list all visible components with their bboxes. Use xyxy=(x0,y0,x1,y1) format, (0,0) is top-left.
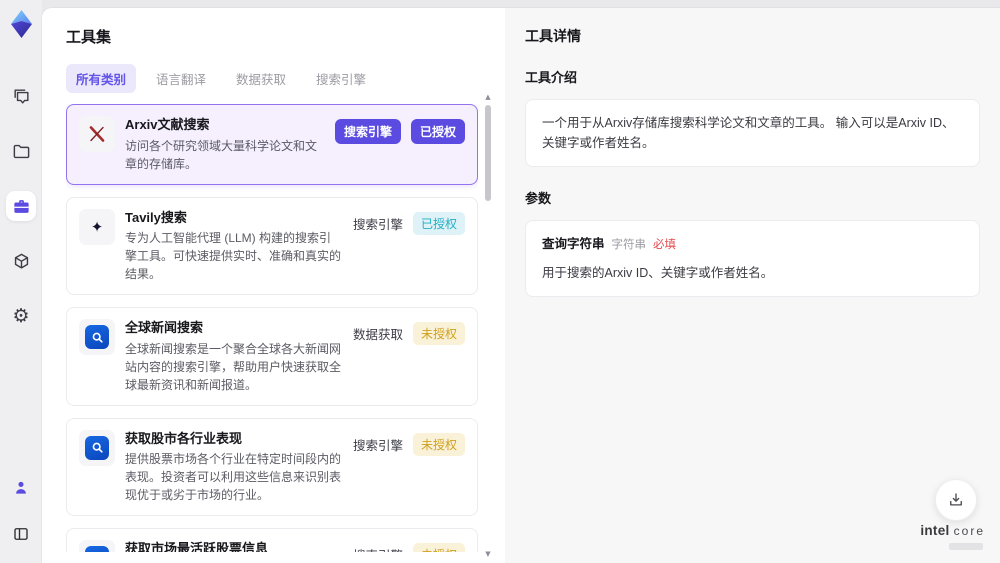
intro-box: 一个用于从Arxiv存储库搜索科学论文和文章的工具。 输入可以是Arxiv ID… xyxy=(525,99,980,167)
intro-text: 一个用于从Arxiv存储库搜索科学论文和文章的工具。 输入可以是Arxiv ID… xyxy=(542,116,955,150)
tool-name: Arxiv文献搜索 xyxy=(125,117,210,132)
list-scrollbar[interactable]: ▲ ▼ xyxy=(483,92,493,559)
tool-category: 搜索引擎 xyxy=(352,217,403,232)
tool-category-badge: 搜索引擎 xyxy=(334,119,401,144)
blue-tile xyxy=(85,546,109,552)
tool-text: 全球新闻搜索 全球新闻搜索是一个聚合全球各大新闻网站内容的搜索引擎，帮助用户快速… xyxy=(125,319,343,394)
param-type: 字符串 xyxy=(611,239,647,251)
cube-icon[interactable] xyxy=(6,246,36,276)
tool-name: 全球新闻搜索 xyxy=(125,320,204,336)
rail-nav: ⚙ xyxy=(6,81,36,331)
tool-card-most-active-stocks[interactable]: 获取市场最活跃股票信息 提供当天交易量最高的股票列表。投资者可以利用这些信息来识… xyxy=(66,528,478,552)
collapse-panel-icon[interactable] xyxy=(6,519,36,549)
tavily-star-icon: ✦ xyxy=(79,208,115,245)
blue-tile xyxy=(85,435,109,460)
intro-heading: 工具介绍 xyxy=(525,70,578,85)
tool-meta: 搜索引擎 未授权 xyxy=(353,430,465,456)
tab-language-translation[interactable]: 语言翻译 xyxy=(146,64,216,93)
tool-text: Tavily搜索 专为人工智能代理 (LLM) 构建的搜索引擎工具。可快速提供实… xyxy=(125,209,343,284)
tool-text: 获取市场最活跃股票信息 提供当天交易量最高的股票列表。投资者可以利用这些信息来识… xyxy=(125,540,343,552)
tool-name: Tavily搜索 xyxy=(125,209,187,225)
blue-search-app-icon xyxy=(79,429,115,466)
tool-category: 数据获取 xyxy=(352,328,403,343)
tool-meta: 搜索引擎 已授权 xyxy=(334,116,465,144)
param-required-flag: 必填 xyxy=(653,239,677,251)
download-button[interactable] xyxy=(935,479,977,521)
brand-subtext-bar xyxy=(949,543,983,550)
arxiv-x-icon xyxy=(79,116,115,152)
chat-icon[interactable] xyxy=(6,81,36,111)
tool-list: Arxiv文献搜索 访问各个研究领域大量科学论文和文章的存储库。 搜索引擎 已授… xyxy=(66,104,478,552)
app-logo-icon[interactable] xyxy=(8,9,35,39)
app-window: ⚙ 工具集 所有类别 语言翻译 数据获取 搜索引擎 Arxiv文献搜索 访问各个… xyxy=(0,0,1000,563)
tab-search-engine[interactable]: 搜索引擎 xyxy=(306,64,376,93)
param-head: 查询字符串 字符串 必填 xyxy=(542,234,963,254)
core-wordmark: core xyxy=(953,524,985,538)
tool-description: 访问各个研究领域大量科学论文和文章的存储库。 xyxy=(125,138,318,171)
blue-search-app-icon xyxy=(79,319,115,356)
detail-title: 工具详情 xyxy=(525,28,581,44)
tool-meta: 搜索引擎 未授权 xyxy=(353,540,465,552)
left-rail: ⚙ xyxy=(0,0,42,563)
scroll-down-arrow[interactable]: ▼ xyxy=(485,549,490,559)
tool-card-global-news[interactable]: 全球新闻搜索 全球新闻搜索是一个聚合全球各大新闻网站内容的搜索引擎，帮助用户快速… xyxy=(66,307,478,406)
tool-meta: 数据获取 未授权 xyxy=(352,319,465,346)
settings-gear-icon[interactable]: ⚙ xyxy=(6,301,36,331)
tool-status-badge: 未授权 xyxy=(412,432,465,456)
tool-text: 获取股市各行业表现 提供股票市场各个行业在特定时间段内的表现。投资者可以利用这些… xyxy=(125,430,343,505)
content-shell: 工具集 所有类别 语言翻译 数据获取 搜索引擎 Arxiv文献搜索 访问各个研究… xyxy=(42,8,1000,563)
tool-name: 获取市场最活跃股票信息 xyxy=(125,541,269,552)
rail-bottom xyxy=(6,473,36,549)
tool-name: 获取股市各行业表现 xyxy=(125,430,243,446)
param-description: 用于搜索的Arxiv ID、关键字或作者姓名。 xyxy=(542,266,774,281)
category-tabs: 所有类别 语言翻译 数据获取 搜索引擎 xyxy=(66,64,478,93)
scroll-up-arrow[interactable]: ▲ xyxy=(485,92,490,102)
tab-data-fetch[interactable]: 数据获取 xyxy=(226,64,296,93)
param-box: 查询字符串 字符串 必填 用于搜索的Arxiv ID、关键字或作者姓名。 xyxy=(525,220,980,298)
tool-detail-pane: 工具详情 工具介绍 一个用于从Arxiv存储库搜索科学论文和文章的工具。 输入可… xyxy=(505,8,1000,563)
folder-icon[interactable] xyxy=(6,136,36,166)
tool-category: 搜索引擎 xyxy=(353,545,403,552)
tool-meta: 搜索引擎 已授权 xyxy=(353,209,465,235)
tool-text: Arxiv文献搜索 访问各个研究领域大量科学论文和文章的存储库。 xyxy=(125,116,325,173)
tool-status-badge: 未授权 xyxy=(412,322,465,346)
tool-status-badge: 已授权 xyxy=(412,211,465,235)
tool-description: 全球新闻搜索是一个聚合全球各大新闻网站内容的搜索引擎，帮助用户快速获取全球最新资… xyxy=(125,341,342,392)
toolbox-icon[interactable] xyxy=(6,191,36,221)
tool-card-arxiv[interactable]: Arxiv文献搜索 访问各个研究领域大量科学论文和文章的存储库。 搜索引擎 已授… xyxy=(66,104,478,185)
account-avatar-icon[interactable] xyxy=(6,473,36,503)
scrollbar-thumb[interactable] xyxy=(485,105,491,201)
tool-list-pane: 工具集 所有类别 语言翻译 数据获取 搜索引擎 Arxiv文献搜索 访问各个研究… xyxy=(42,8,505,563)
tool-status-badge: 已授权 xyxy=(410,119,465,144)
intel-core-logo: intel core xyxy=(920,522,985,550)
tool-description: 提供股票市场各个行业在特定时间段内的表现。投资者可以利用这些信息来识别表现优于或… xyxy=(125,452,342,503)
blue-tile xyxy=(85,325,109,350)
tool-description: 专为人工智能代理 (LLM) 构建的搜索引擎工具。可快速提供实时、准确和真实的结… xyxy=(125,231,342,282)
gear-glyph: ⚙ xyxy=(12,304,30,327)
tool-category: 搜索引擎 xyxy=(352,438,403,453)
page-title: 工具集 xyxy=(66,29,112,46)
tool-card-sector-performance[interactable]: 获取股市各行业表现 提供股票市场各个行业在特定时间段内的表现。投资者可以利用这些… xyxy=(66,417,478,517)
tool-status-badge: 未授权 xyxy=(412,543,465,552)
tab-all-categories[interactable]: 所有类别 xyxy=(66,64,137,93)
param-name: 查询字符串 xyxy=(542,237,605,251)
blue-search-app-icon xyxy=(79,540,115,552)
tool-card-tavily[interactable]: ✦ Tavily搜索 专为人工智能代理 (LLM) 构建的搜索引擎工具。可快速提… xyxy=(66,196,478,296)
intel-wordmark: intel xyxy=(920,523,950,538)
params-heading: 参数 xyxy=(525,191,552,206)
tavily-glyph: ✦ xyxy=(90,217,104,236)
